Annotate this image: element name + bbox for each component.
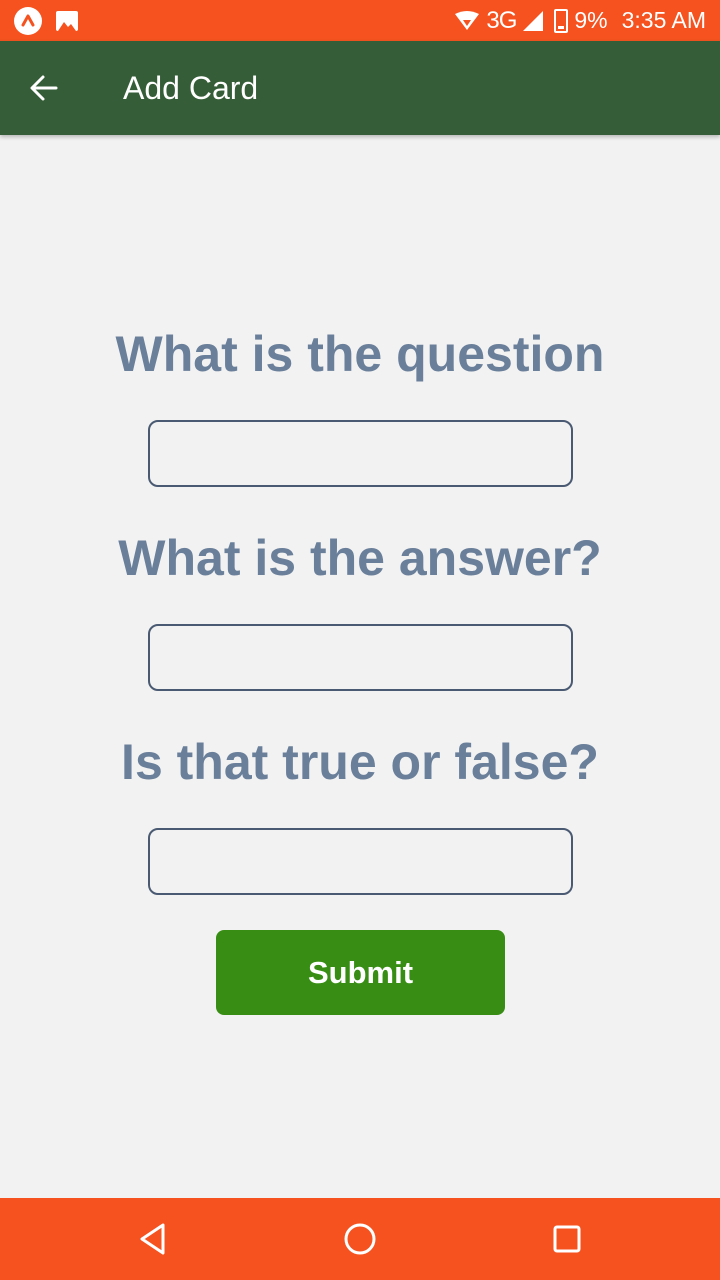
notification-icons [14, 7, 78, 35]
battery-icon [554, 8, 569, 33]
true-false-input[interactable] [148, 828, 573, 895]
question-input[interactable] [148, 420, 573, 487]
navigation-bar [0, 1198, 720, 1280]
app-notification-icon [14, 7, 42, 35]
answer-label: What is the answer? [118, 530, 602, 586]
submit-button[interactable]: Submit [216, 930, 505, 1015]
back-triangle-icon [140, 1223, 165, 1255]
nav-recents-button[interactable] [546, 1218, 588, 1260]
nav-home-button[interactable] [339, 1218, 381, 1260]
answer-input[interactable] [148, 624, 573, 691]
wifi-icon [455, 10, 480, 30]
image-notification-icon [56, 11, 78, 31]
nav-back-button[interactable] [132, 1218, 174, 1260]
signal-icon [523, 10, 544, 31]
network-type: 3G [486, 6, 517, 34]
arrow-left-icon [30, 75, 58, 101]
back-button[interactable] [22, 66, 66, 110]
status-bar: 3G 9% 3:35 AM [0, 0, 720, 41]
page-title: Add Card [123, 70, 259, 106]
recents-square-icon [553, 1225, 581, 1253]
status-indicators: 3G 9% 3:35 AM [454, 0, 706, 41]
clock: 3:35 AM [621, 7, 706, 33]
home-circle-icon [344, 1223, 376, 1255]
question-label: What is the question [115, 326, 605, 382]
battery-level: 9% [574, 7, 608, 33]
true-false-label: Is that true or false? [121, 734, 599, 790]
app-bar: Add Card [0, 41, 720, 135]
